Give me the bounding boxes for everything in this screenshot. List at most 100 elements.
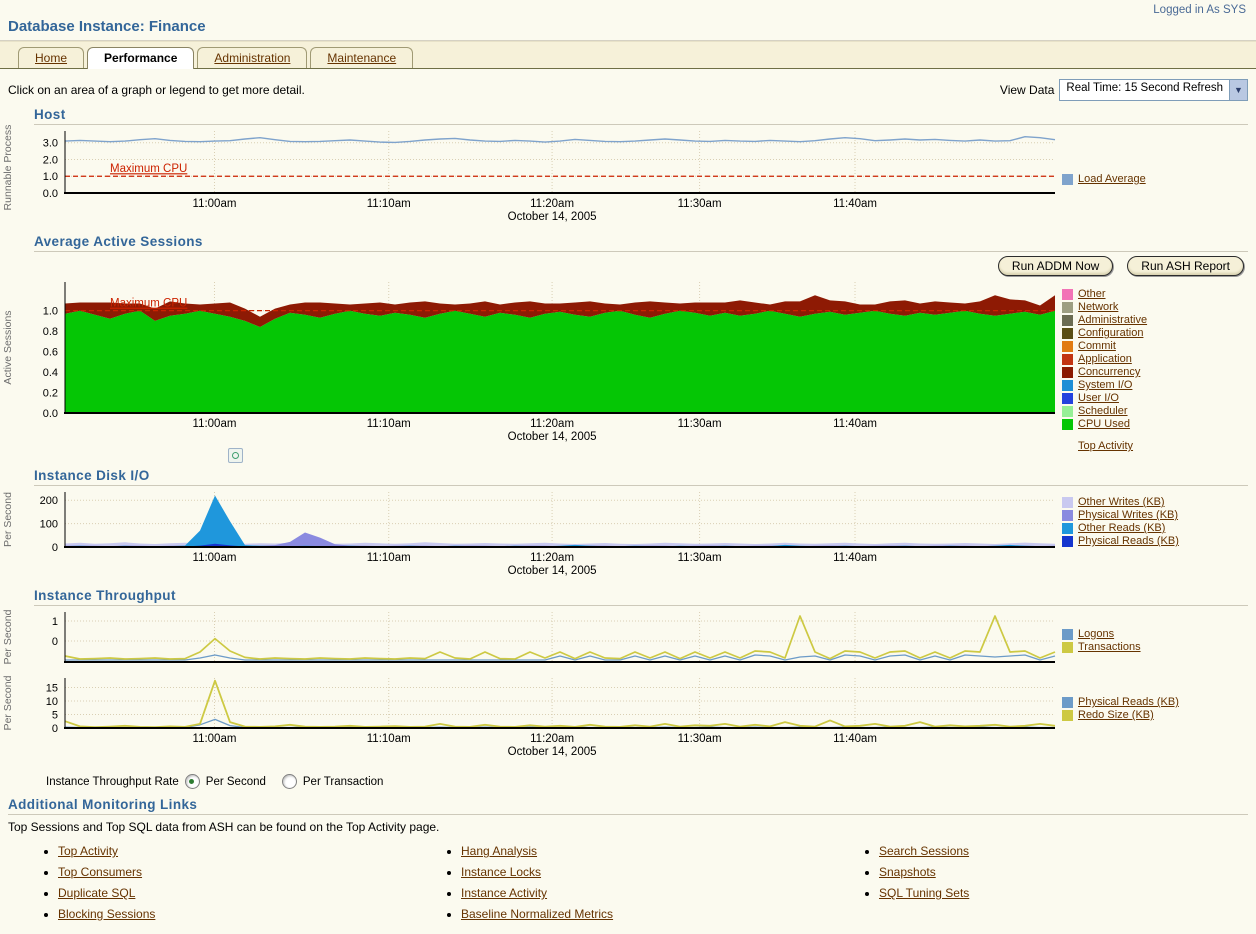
page-title: Database Instance: Finance xyxy=(0,18,1256,41)
tab-performance[interactable]: Performance xyxy=(87,47,194,69)
legend-swatch xyxy=(1062,380,1073,391)
per-transaction-radio[interactable] xyxy=(282,774,297,789)
legend-item-commit[interactable]: Commit xyxy=(1062,340,1252,353)
blocking-sessions-link[interactable]: Blocking Sessions xyxy=(58,907,155,921)
legend-item-physical-reads[interactable]: Physical Reads (KB) xyxy=(1062,535,1252,548)
snapshots-link[interactable]: Snapshots xyxy=(879,865,936,879)
svg-text:11:00am: 11:00am xyxy=(193,733,237,745)
legend-item-concurrency[interactable]: Concurrency xyxy=(1062,366,1252,379)
per-second-radio[interactable] xyxy=(185,774,200,789)
legend-swatch xyxy=(1062,289,1073,300)
view-data-select[interactable]: Real Time: 15 Second Refresh ▼ xyxy=(1059,79,1248,101)
svg-text:0: 0 xyxy=(52,723,58,735)
instance-locks-link[interactable]: Instance Locks xyxy=(461,865,541,879)
top-activity-link[interactable]: Top Activity xyxy=(1078,440,1133,452)
svg-text:11:20am: 11:20am xyxy=(530,198,574,210)
search-sessions-link[interactable]: Search Sessions xyxy=(879,844,969,858)
host-chart[interactable]: 11:00am11:10am11:20am11:30am11:40am3.02.… xyxy=(0,125,1060,230)
svg-text:15: 15 xyxy=(46,682,58,694)
sql-tuning-sets-link[interactable]: SQL Tuning Sets xyxy=(879,886,969,900)
svg-text:1: 1 xyxy=(52,616,58,628)
run-addm-button[interactable]: Run ADDM Now xyxy=(998,256,1113,276)
legend-item-system-io[interactable]: System I/O xyxy=(1062,379,1252,392)
host-section-heading: Host xyxy=(34,107,1248,125)
throughput-kb-chart[interactable]: 11:00am11:10am11:20am11:30am11:40am15105… xyxy=(0,672,1060,765)
view-data-label: View Data xyxy=(1000,83,1054,97)
tab-maintenance[interactable]: Maintenance xyxy=(310,47,413,68)
legend-item-scheduler[interactable]: Scheduler xyxy=(1062,405,1252,418)
hang-analysis-link[interactable]: Hang Analysis xyxy=(461,844,537,858)
per-transaction-label: Per Transaction xyxy=(303,776,384,788)
legend-item-physical-reads-kb[interactable]: Physical Reads (KB) xyxy=(1062,696,1252,709)
legend-item-network[interactable]: Network xyxy=(1062,301,1252,314)
list-item: Baseline Normalized Metrics xyxy=(461,907,861,921)
snapshot-camera-icon[interactable] xyxy=(228,448,243,463)
svg-text:11:20am: 11:20am xyxy=(530,733,574,745)
svg-text:Per Second: Per Second xyxy=(2,492,14,547)
legend-item-other-reads[interactable]: Other Reads (KB) xyxy=(1062,522,1252,535)
svg-text:October 14, 2005: October 14, 2005 xyxy=(508,211,597,223)
duplicate-sql-link[interactable]: Duplicate SQL xyxy=(58,886,135,900)
svg-text:11:20am: 11:20am xyxy=(530,552,574,564)
svg-text:11:30am: 11:30am xyxy=(678,552,722,564)
svg-text:October 14, 2005: October 14, 2005 xyxy=(508,431,597,443)
top-consumers-link[interactable]: Top Consumers xyxy=(58,865,142,879)
svg-text:10: 10 xyxy=(46,696,58,708)
svg-text:Per Second: Per Second xyxy=(2,675,14,730)
legend-swatch xyxy=(1062,629,1073,640)
links-column-3: Search Sessions Snapshots SQL Tuning Set… xyxy=(861,844,969,928)
legend-item-physical-writes[interactable]: Physical Writes (KB) xyxy=(1062,509,1252,522)
rate-label: Instance Throughput Rate xyxy=(46,776,179,788)
legend-item-configuration[interactable]: Configuration xyxy=(1062,327,1252,340)
svg-text:0.6: 0.6 xyxy=(43,347,58,359)
baseline-normalized-metrics-link[interactable]: Baseline Normalized Metrics xyxy=(461,907,613,921)
chevron-down-icon[interactable]: ▼ xyxy=(1229,80,1247,100)
disk-section-heading: Instance Disk I/O xyxy=(34,468,1248,486)
logged-in-status: Logged in As SYS xyxy=(0,0,1256,18)
legend-item-other[interactable]: Other xyxy=(1062,288,1252,301)
svg-text:11:40am: 11:40am xyxy=(833,552,877,564)
list-item: SQL Tuning Sets xyxy=(879,886,969,900)
svg-text:11:40am: 11:40am xyxy=(833,733,877,745)
svg-text:11:40am: 11:40am xyxy=(833,418,877,430)
svg-text:0.0: 0.0 xyxy=(43,188,58,200)
svg-text:11:40am: 11:40am xyxy=(833,198,877,210)
tab-home[interactable]: Home xyxy=(18,47,84,68)
legend-item-transactions[interactable]: Transactions xyxy=(1062,641,1252,654)
svg-text:Per Second: Per Second xyxy=(2,609,14,664)
legend-item-redo-size-kb[interactable]: Redo Size (KB) xyxy=(1062,709,1252,722)
legend-item-logons[interactable]: Logons xyxy=(1062,628,1252,641)
legend-item-other-writes[interactable]: Other Writes (KB) xyxy=(1062,496,1252,509)
svg-text:11:10am: 11:10am xyxy=(367,733,411,745)
svg-text:11:00am: 11:00am xyxy=(193,552,237,564)
legend-item-administrative[interactable]: Administrative xyxy=(1062,314,1252,327)
svg-text:1.0: 1.0 xyxy=(43,306,58,318)
svg-text:3.0: 3.0 xyxy=(43,138,58,150)
links-note: Top Sessions and Top SQL data from ASH c… xyxy=(0,815,1256,834)
list-item: Instance Locks xyxy=(461,865,861,879)
svg-text:11:00am: 11:00am xyxy=(193,418,237,430)
top-activity-link[interactable]: Top Activity xyxy=(58,844,118,858)
legend-item-cpu-used[interactable]: CPU Used xyxy=(1062,418,1252,431)
svg-text:Runnable Processes: Runnable Processes xyxy=(2,125,14,210)
tab-administration[interactable]: Administration xyxy=(197,47,307,68)
instance-activity-link[interactable]: Instance Activity xyxy=(461,886,547,900)
svg-text:11:10am: 11:10am xyxy=(367,198,411,210)
list-item: Top Consumers xyxy=(58,865,443,879)
list-item: Top Activity xyxy=(58,844,443,858)
legend-swatch xyxy=(1062,393,1073,404)
legend-item-load-average[interactable]: Load Average xyxy=(1062,173,1252,186)
legend-swatch xyxy=(1062,354,1073,365)
links-column-2: Hang Analysis Instance Locks Instance Ac… xyxy=(443,844,861,928)
average-active-sessions-chart[interactable]: 11:00am11:10am11:20am11:30am11:40am1.00.… xyxy=(0,276,1060,450)
legend-item-application[interactable]: Application xyxy=(1062,353,1252,366)
svg-text:11:00am: 11:00am xyxy=(193,198,237,210)
svg-text:0.4: 0.4 xyxy=(43,367,58,379)
legend-item-user-io[interactable]: User I/O xyxy=(1062,392,1252,405)
throughput-per-second-chart[interactable]: 10Per Second xyxy=(0,606,1060,672)
list-item: Instance Activity xyxy=(461,886,861,900)
run-ash-button[interactable]: Run ASH Report xyxy=(1127,256,1244,276)
legend-swatch xyxy=(1062,419,1073,430)
legend-swatch xyxy=(1062,536,1073,547)
instance-disk-io-chart[interactable]: 11:00am11:10am11:20am11:30am11:40am20010… xyxy=(0,486,1060,584)
